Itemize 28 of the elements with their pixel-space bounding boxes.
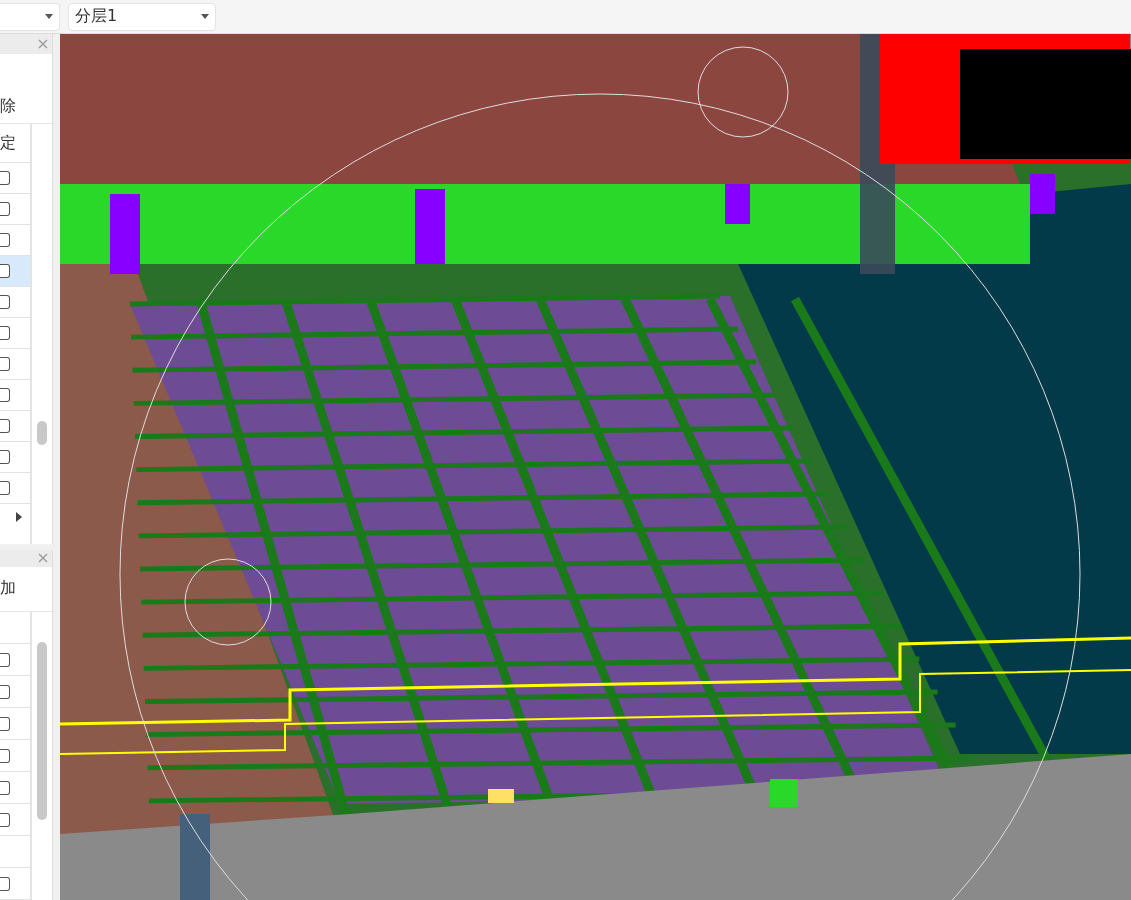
layer-dropdown[interactable]: 分层1	[68, 2, 216, 31]
checkbox[interactable]	[0, 481, 10, 495]
table-row[interactable]	[0, 256, 30, 287]
checkbox[interactable]	[0, 295, 10, 309]
scrollbar-thumb[interactable]	[37, 642, 47, 820]
scrollbar-thumb[interactable]	[37, 421, 47, 445]
checkbox[interactable]	[0, 357, 10, 371]
checkbox[interactable]	[0, 233, 10, 247]
action-label[interactable]: 加	[0, 578, 16, 600]
action-label[interactable]: 除	[0, 96, 16, 117]
scroll-right-icon[interactable]	[16, 512, 22, 522]
caret-icon	[201, 14, 209, 19]
checkbox[interactable]	[0, 748, 10, 763]
checkbox[interactable]	[0, 716, 10, 731]
column-header: 定	[0, 132, 16, 154]
checkbox[interactable]	[0, 202, 10, 216]
checkbox[interactable]	[0, 171, 10, 185]
checkbox[interactable]	[0, 264, 10, 278]
checkbox[interactable]	[0, 780, 10, 795]
checkbox[interactable]	[0, 450, 10, 464]
checkbox[interactable]	[0, 326, 10, 340]
checkbox[interactable]	[0, 388, 10, 402]
caret-icon	[45, 14, 53, 19]
checkbox[interactable]	[0, 419, 10, 433]
checkbox[interactable]	[0, 652, 10, 667]
checkbox[interactable]	[0, 684, 10, 699]
checkbox[interactable]	[0, 876, 10, 891]
checkbox[interactable]	[0, 812, 10, 827]
